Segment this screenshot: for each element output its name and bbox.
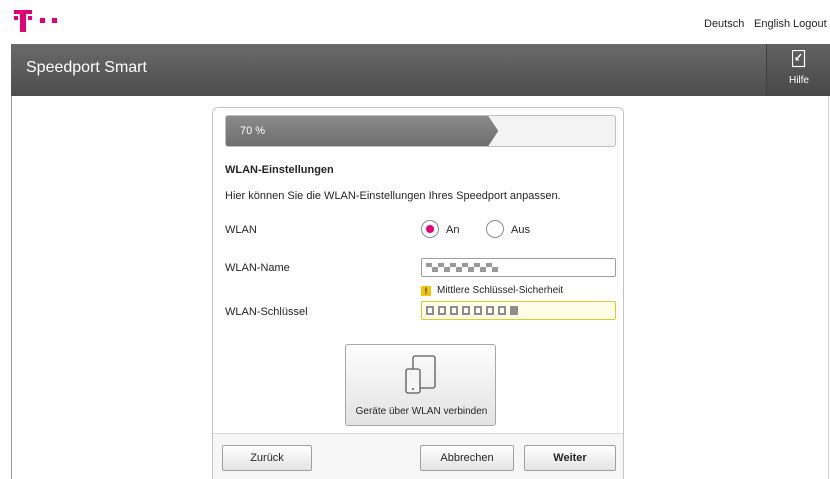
redacted-value bbox=[426, 306, 518, 315]
page-frame-left bbox=[11, 96, 12, 479]
progress-label: 70 % bbox=[240, 125, 266, 137]
wlan-key-input[interactable] bbox=[421, 301, 616, 320]
wlan-on-label[interactable]: An bbox=[446, 224, 459, 236]
top-bar: Deutsch English Logout bbox=[0, 0, 830, 44]
wizard-panel: 70 % WLAN-Einstellungen Hier können Sie … bbox=[212, 107, 624, 479]
wlan-off-radio[interactable] bbox=[486, 220, 504, 238]
key-strength-hint: ! Mittlere Schlüssel-Sicherheit bbox=[421, 285, 563, 296]
progress-fill bbox=[226, 116, 615, 146]
product-title: Speedport Smart bbox=[26, 59, 147, 76]
header-bar: Speedport Smart Hilfe bbox=[11, 44, 830, 96]
wlan-key-label: WLAN-Schlüssel bbox=[225, 306, 308, 318]
language-english-link[interactable]: English bbox=[754, 18, 790, 30]
key-strength-text: Mittlere Schlüssel-Sicherheit bbox=[437, 285, 564, 296]
page-frame-right bbox=[828, 96, 829, 479]
redacted-value bbox=[426, 263, 498, 272]
logout-link[interactable]: Logout bbox=[793, 18, 827, 30]
wizard-footer: Zurück Abbrechen Weiter bbox=[213, 433, 623, 479]
wlan-label: WLAN bbox=[225, 224, 257, 236]
wlan-off-label[interactable]: Aus bbox=[511, 224, 530, 236]
help-label: Hilfe bbox=[788, 75, 809, 86]
language-deutsch-link[interactable]: Deutsch bbox=[704, 18, 744, 30]
devices-icon bbox=[405, 355, 436, 394]
connect-devices-label: Geräte über WLAN verbinden bbox=[355, 406, 488, 417]
help-button[interactable]: Hilfe bbox=[766, 44, 830, 96]
section-description: Hier können Sie die WLAN-Einstellungen I… bbox=[225, 190, 561, 202]
back-button[interactable]: Zurück bbox=[222, 445, 312, 471]
help-book-icon bbox=[792, 50, 806, 68]
section-title: WLAN-Einstellungen bbox=[225, 164, 334, 176]
wlan-name-input[interactable] bbox=[421, 258, 616, 277]
next-button[interactable]: Weiter bbox=[524, 445, 616, 471]
connect-devices-button[interactable]: Geräte über WLAN verbinden bbox=[345, 344, 496, 426]
wlan-on-radio[interactable] bbox=[421, 220, 439, 238]
telekom-logo-icon bbox=[14, 10, 57, 32]
cancel-button[interactable]: Abbrechen bbox=[420, 445, 514, 471]
warning-icon: ! bbox=[421, 286, 431, 296]
progress-bar: 70 % bbox=[225, 115, 616, 147]
wlan-name-label: WLAN-Name bbox=[225, 262, 290, 274]
